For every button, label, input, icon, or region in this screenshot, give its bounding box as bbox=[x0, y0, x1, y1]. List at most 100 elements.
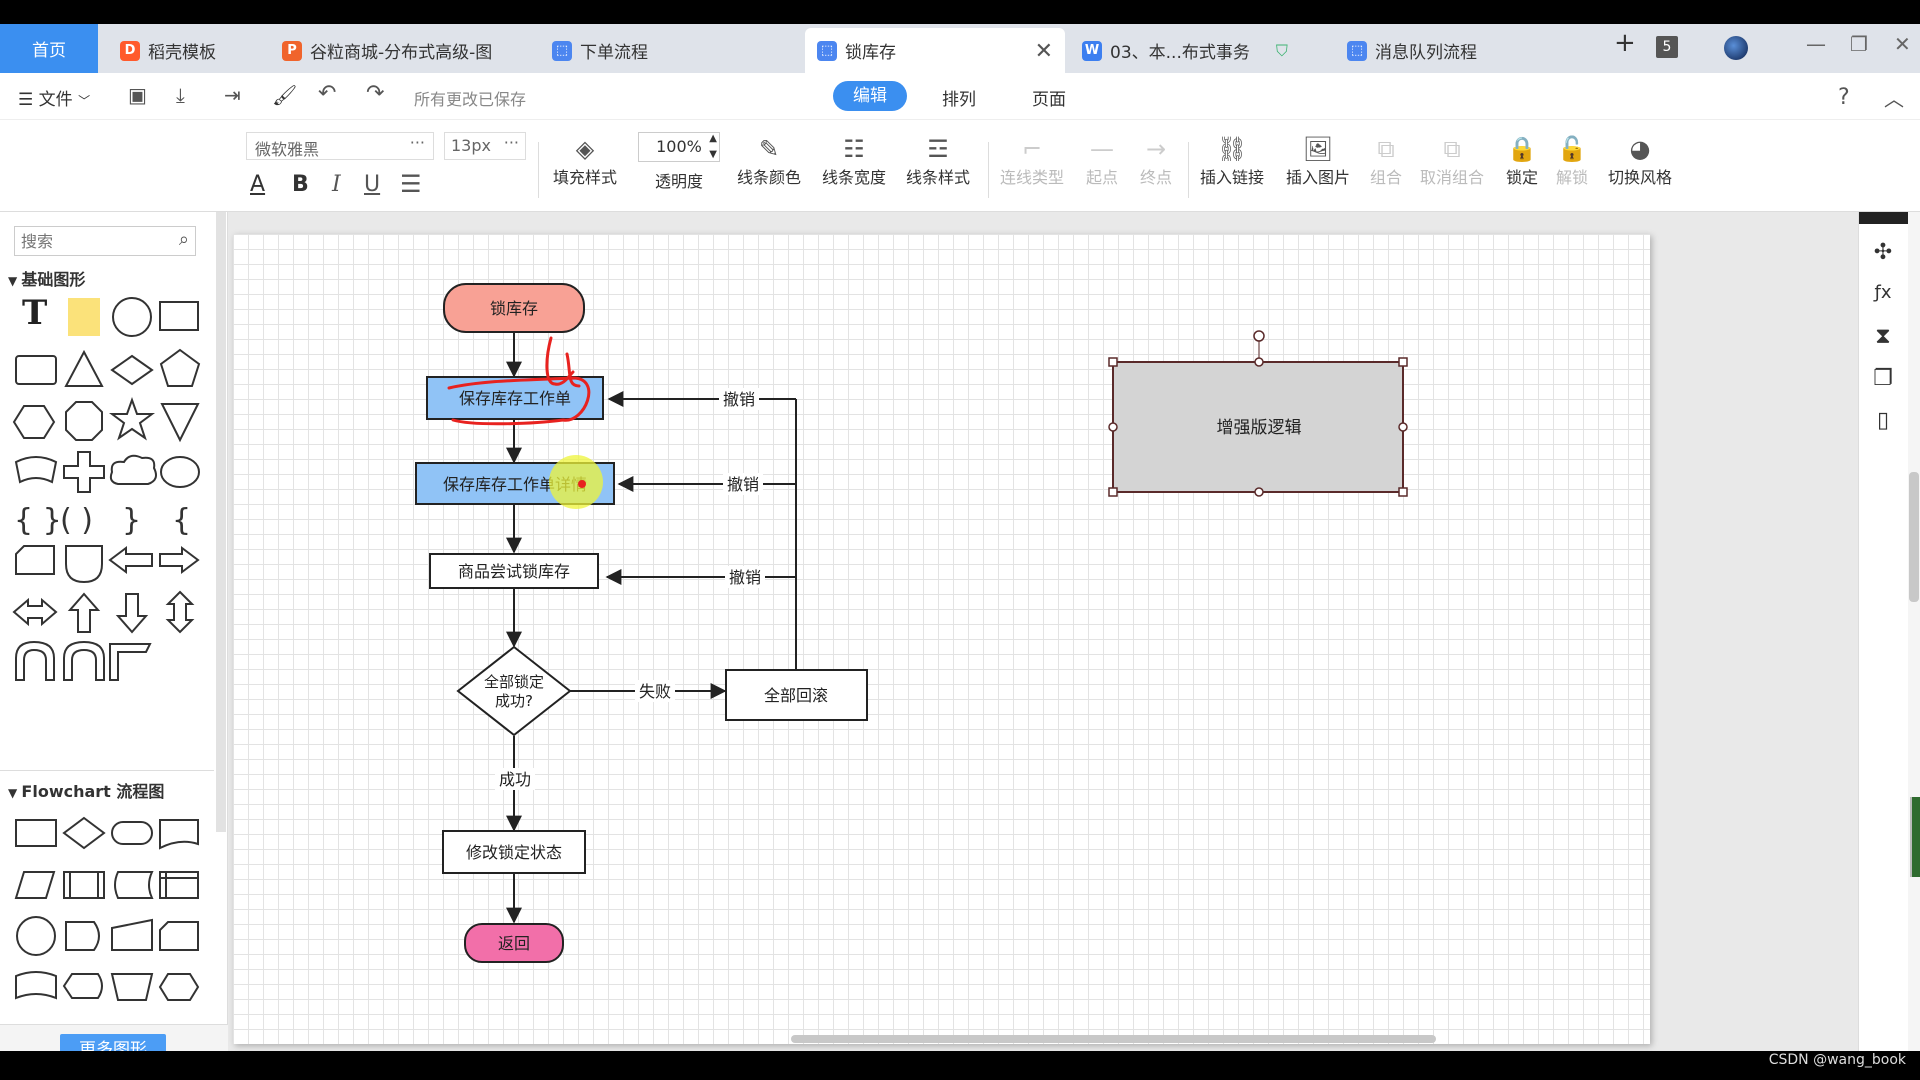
preparation-shape[interactable] bbox=[158, 973, 200, 1001]
align-icon[interactable]: ☰ bbox=[400, 170, 422, 198]
tab-lock-stock[interactable]: ⬚ 锁库存 ✕ bbox=[805, 28, 1065, 73]
timeline-icon[interactable]: ⧗ bbox=[1869, 324, 1897, 352]
help-icon[interactable]: ? bbox=[1838, 85, 1850, 110]
node-update-state[interactable]: 修改锁定状态 bbox=[442, 830, 586, 874]
manual-operation-shape[interactable] bbox=[110, 973, 154, 1001]
node-rollback[interactable]: 全部回滚 bbox=[725, 669, 868, 721]
tape-shape[interactable] bbox=[15, 971, 57, 1000]
tab-arrange[interactable]: 排列 bbox=[942, 85, 976, 110]
tab-page[interactable]: 页面 bbox=[1032, 85, 1066, 110]
tab-home[interactable]: 首页 bbox=[0, 24, 98, 73]
document-shape[interactable] bbox=[159, 819, 199, 850]
tab-template[interactable]: D 稻壳模板 bbox=[108, 28, 258, 73]
cloud-shape[interactable] bbox=[109, 454, 157, 485]
ungroup-button[interactable]: ⧉ 取消组合 bbox=[1420, 134, 1484, 188]
collapse-icon[interactable]: ︿ bbox=[1884, 83, 1904, 112]
bold-icon[interactable]: B bbox=[292, 172, 309, 197]
formula-icon[interactable]: ƒx bbox=[1869, 282, 1897, 310]
manual-input-shape[interactable] bbox=[111, 918, 153, 951]
resize-handle[interactable] bbox=[1398, 357, 1408, 367]
card-flow-shape[interactable] bbox=[159, 921, 199, 951]
resize-handle[interactable] bbox=[1254, 357, 1264, 367]
left-brace-shape[interactable]: { bbox=[172, 503, 191, 538]
vertical-scrollbar[interactable] bbox=[1908, 212, 1920, 1051]
redo-icon[interactable]: ↷ bbox=[366, 81, 384, 106]
start-point-button[interactable]: — 起点 bbox=[1086, 134, 1118, 188]
ellipse-shape[interactable] bbox=[160, 456, 200, 488]
font-size-select[interactable]: 13px ··· bbox=[444, 132, 526, 160]
tab-order-flow[interactable]: ⬚ 下单流程 bbox=[540, 28, 800, 73]
hexagon-shape[interactable] bbox=[12, 405, 56, 439]
decision-shape[interactable] bbox=[62, 816, 106, 850]
insert-image-button[interactable]: 🖼 插入图片 bbox=[1286, 134, 1350, 188]
underline-icon[interactable]: U bbox=[364, 172, 380, 197]
diagram-page[interactable]: 撤销 撤销 撤销 失败 成功 锁库存 保存库存工作单 保存库存工作单详情 商品尝… bbox=[233, 234, 1650, 1044]
page-icon[interactable]: ▯ bbox=[1869, 408, 1897, 436]
save-icon[interactable]: ▣ bbox=[128, 83, 147, 107]
new-tab-icon[interactable]: + bbox=[1614, 28, 1636, 58]
font-family-select[interactable]: 微软雅黑 ··· bbox=[246, 132, 434, 160]
file-menu[interactable]: ☰ 文件 ﹀ bbox=[18, 85, 90, 110]
unlock-button[interactable]: 🔓 解锁 bbox=[1556, 134, 1588, 188]
fill-style-button[interactable]: ◈ 填充样式 bbox=[553, 134, 617, 188]
insert-link-button[interactable]: ⛓ 插入链接 bbox=[1200, 134, 1264, 188]
pages-icon[interactable]: ❐ bbox=[1869, 366, 1897, 394]
rounded-rect-shape[interactable] bbox=[15, 355, 57, 385]
resize-handle[interactable] bbox=[1398, 422, 1408, 432]
resize-handle[interactable] bbox=[1254, 487, 1264, 497]
resize-handle[interactable] bbox=[1398, 487, 1408, 497]
font-color-icon[interactable]: A bbox=[250, 172, 265, 197]
download-icon[interactable]: ⤓ bbox=[176, 83, 185, 107]
undo-icon[interactable]: ↶ bbox=[318, 81, 336, 106]
avatar[interactable] bbox=[1724, 36, 1748, 60]
pentagon-shape[interactable] bbox=[159, 348, 201, 387]
restore-icon[interactable]: ❐ bbox=[1850, 32, 1868, 56]
close-tab-icon[interactable]: ✕ bbox=[1035, 39, 1053, 64]
node-enhanced-logic[interactable]: 增强版逻辑 bbox=[1112, 361, 1404, 493]
horizontal-scrollbar[interactable] bbox=[791, 1035, 1436, 1043]
rotate-handle[interactable] bbox=[1253, 330, 1265, 342]
predefined-process-shape[interactable] bbox=[63, 871, 105, 899]
export-icon[interactable]: ⇥ bbox=[224, 83, 241, 107]
switch-style-button[interactable]: ◕ 切换风格 bbox=[1608, 134, 1672, 188]
triangle-shape[interactable] bbox=[64, 349, 104, 387]
right-brace-shape[interactable]: } bbox=[122, 503, 141, 538]
resize-handle[interactable] bbox=[1108, 422, 1118, 432]
cross-shape[interactable] bbox=[63, 451, 105, 493]
more-shapes-button[interactable]: 更多图形 bbox=[60, 1034, 166, 1051]
double-arrow-shape[interactable] bbox=[12, 597, 58, 627]
left-panel-scrollbar[interactable] bbox=[216, 212, 226, 832]
end-point-button[interactable]: → 终点 bbox=[1140, 134, 1172, 188]
group-button[interactable]: ⧉ 组合 bbox=[1370, 134, 1402, 188]
section-basic-shapes[interactable]: ▼ 基础图形 bbox=[8, 266, 85, 290]
diamond-shape[interactable] bbox=[110, 354, 154, 386]
opacity-input[interactable]: 100% ▲ ▼ bbox=[638, 132, 720, 162]
minimize-icon[interactable]: — bbox=[1806, 32, 1826, 56]
down-arrow-shape[interactable] bbox=[115, 593, 149, 634]
note-shape[interactable] bbox=[68, 298, 100, 336]
node-decision[interactable]: 全部锁定 成功? bbox=[456, 645, 572, 737]
tab-count-badge[interactable]: 5 bbox=[1656, 36, 1678, 58]
tab-mq-flow[interactable]: ⬚ 消息队列流程 bbox=[1335, 28, 1595, 73]
stored-data-shape[interactable] bbox=[114, 871, 154, 899]
star-shape[interactable] bbox=[109, 397, 155, 441]
up-arrow-shape[interactable] bbox=[67, 592, 101, 633]
node-save-task[interactable]: 保存库存工作单 bbox=[426, 376, 604, 420]
italic-icon[interactable]: I bbox=[332, 172, 341, 197]
navigate-icon[interactable]: ✣ bbox=[1869, 240, 1897, 268]
display-shape[interactable] bbox=[62, 973, 103, 999]
brace-pair-shape[interactable]: { } bbox=[14, 503, 62, 538]
circle-shape[interactable] bbox=[112, 297, 152, 337]
data-shape[interactable] bbox=[14, 871, 56, 899]
teardrop-shape[interactable] bbox=[65, 545, 103, 584]
octagon-shape[interactable] bbox=[65, 401, 103, 441]
card-shape[interactable] bbox=[15, 545, 55, 575]
node-end[interactable]: 返回 bbox=[464, 923, 564, 963]
search-icon[interactable]: ⌕ bbox=[179, 229, 189, 250]
tab-edit[interactable]: 编辑 bbox=[833, 81, 907, 111]
connector-circle-shape[interactable] bbox=[16, 916, 56, 956]
node-try-lock[interactable]: 商品尝试锁库存 bbox=[429, 553, 599, 589]
terminator-shape[interactable] bbox=[111, 821, 153, 845]
wave-shape[interactable] bbox=[14, 456, 58, 484]
inverted-triangle-shape[interactable] bbox=[160, 403, 200, 443]
